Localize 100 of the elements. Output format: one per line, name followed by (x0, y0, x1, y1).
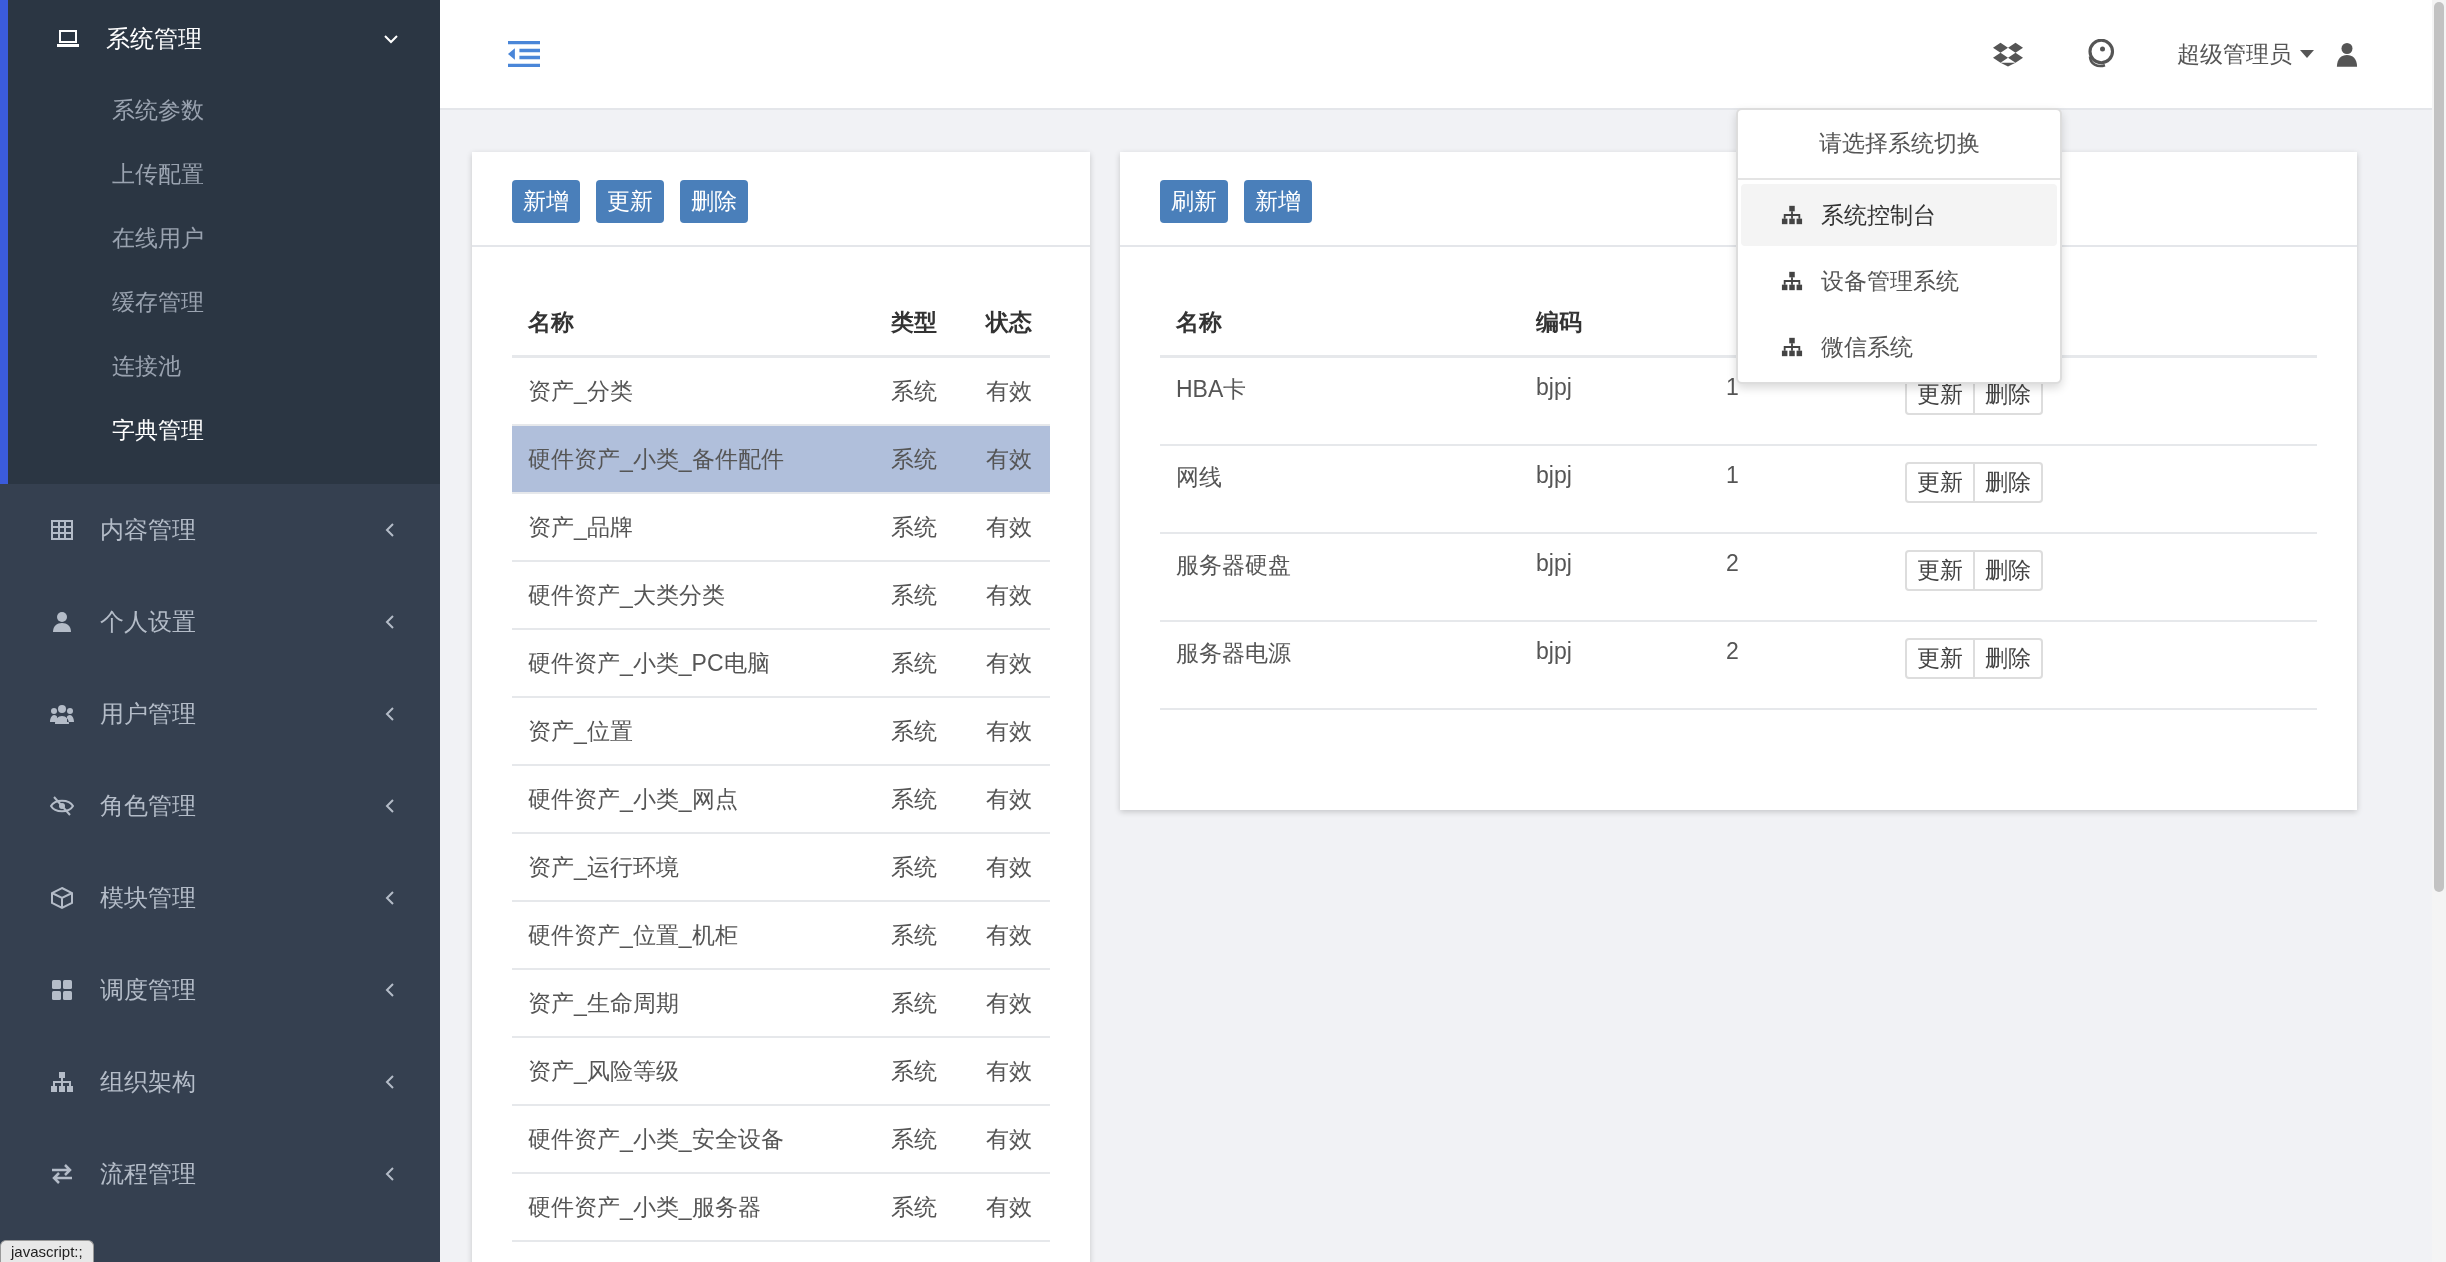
toolbar-button[interactable]: 新增 (1244, 180, 1312, 223)
table-row[interactable]: 硬件资产_小类_网点 系统 有效 (512, 766, 1050, 834)
table-row[interactable]: 资产_风险等级 系统 有效 (512, 1038, 1050, 1106)
menu-icon[interactable] (508, 41, 540, 67)
toolbar-button[interactable]: 刷新 (1160, 180, 1228, 223)
sidebar-item[interactable]: 缓存管理 (8, 270, 440, 334)
sidebar-group-label: 用户管理 (100, 699, 197, 729)
sidebar-group-label: 个人设置 (100, 607, 197, 637)
sidebar-item[interactable]: 字典管理 (8, 398, 440, 462)
table-cell-text: 有效 (985, 1056, 1033, 1086)
user-menu[interactable]: 超级管理员 (2177, 38, 2314, 70)
table-cell-text: 有效 (985, 376, 1033, 406)
sidebar-group[interactable]: 模块管理 (0, 852, 440, 944)
table-cell-text: 有效 (985, 920, 1033, 950)
sidebar-group[interactable]: 用户管理 (0, 668, 440, 760)
row-action-button[interactable]: 更新 (1905, 462, 1975, 503)
table-cell-text: 2 (1725, 637, 1740, 665)
toolbar-button[interactable]: 新增 (512, 180, 580, 223)
table-cell-text: 系统 (890, 920, 938, 950)
column-header: 名称 (1175, 307, 1223, 337)
table-cell-text: 硬件资产_位置_机柜 (527, 920, 739, 950)
table-cell-text: 资产_风险等级 (527, 1056, 680, 1086)
table-row[interactable]: 硬件资产_小类_服务器 系统 有效 (512, 1174, 1050, 1242)
table-row[interactable]: 资产_运行环境 系统 有效 (512, 834, 1050, 902)
sidebar-group[interactable]: 个人设置 (0, 576, 440, 668)
table-cell-text: 有效 (985, 716, 1033, 746)
table-cell-text: 有效 (985, 512, 1033, 542)
cube-icon (50, 886, 74, 910)
table-row[interactable]: 资产_品牌 系统 有效 (512, 494, 1050, 562)
table-cell-text: 1 (1725, 373, 1740, 401)
users-icon (50, 702, 74, 726)
table-cell-text: 资产_运行环境 (527, 852, 680, 882)
table-cell-text: bjpj (1535, 637, 1573, 665)
table-cell-text: 有效 (985, 988, 1033, 1018)
sidebar-group-label: 系统管理 (106, 24, 203, 54)
sidebar-group[interactable]: 组织架构 (0, 1036, 440, 1128)
table-cell-text: 有效 (985, 444, 1033, 474)
sidebar-group-label: 流程管理 (100, 1159, 197, 1189)
table-cell-text: 1 (1725, 461, 1740, 489)
row-action-button[interactable]: 删除 (1975, 638, 2043, 679)
caret-icon (2300, 49, 2314, 59)
menu-item[interactable]: 系统控制台 (1741, 184, 2057, 246)
table-cell-text: 硬件资产_小类_安全设备 (527, 1124, 785, 1154)
table-cell-text: 硬件资产_小类_PC电脑 (527, 648, 771, 678)
table-cell-text: 资产_品牌 (527, 512, 634, 542)
table-cell-text: 系统 (890, 648, 938, 678)
table-cell-text: 有效 (985, 1124, 1033, 1154)
sidebar-group[interactable]: 系统管理 (8, 0, 440, 78)
column-header: 类型 (890, 307, 938, 337)
table-cell-text: 有效 (985, 1192, 1033, 1222)
table-cell-text: 系统 (890, 376, 938, 406)
sitemap-icon (50, 1070, 74, 1094)
sidebar-item[interactable]: 上传配置 (8, 142, 440, 206)
table-cell-text: bjpj (1535, 461, 1573, 489)
sidebar-group-label: 角色管理 (100, 791, 197, 821)
table-cell-text: 服务器硬盘 (1175, 551, 1292, 580)
table-row[interactable]: 硬件资产_大类分类 系统 有效 (512, 562, 1050, 630)
row-action-button[interactable]: 更新 (1905, 550, 1975, 591)
table-cell-text: 系统 (890, 580, 938, 610)
row-action-button[interactable]: 删除 (1975, 462, 2043, 503)
table-row[interactable]: 资产_生命周期 系统 有效 (512, 970, 1050, 1038)
user-icon (50, 610, 74, 634)
column-header: 名称 (527, 307, 575, 337)
sidebar-group-label: 模块管理 (100, 883, 197, 913)
table-cell-text: 系统 (890, 716, 938, 746)
toolbar-button[interactable]: 更新 (596, 180, 664, 223)
table-cell-text: 有效 (985, 852, 1033, 882)
table-cell-text: 系统 (890, 988, 938, 1018)
table-row[interactable]: 硬件资产_小类_安全设备 系统 有效 (512, 1106, 1050, 1174)
menu-item[interactable]: 设备管理系统 (1741, 250, 2057, 312)
eye-slash-icon (50, 794, 74, 818)
table-row[interactable]: 硬件资产_位置_机柜 系统 有效 (512, 902, 1050, 970)
sitemap-icon (1781, 204, 1803, 226)
table-cell-text: 系统 (890, 444, 938, 474)
sidebar-group-label: 组织架构 (100, 1067, 197, 1097)
table-cell-text: 资产_位置 (527, 716, 634, 746)
table-cell-text: 有效 (985, 648, 1033, 678)
table-cell-text: 服务器电源 (1175, 639, 1292, 668)
sidebar-group[interactable]: 角色管理 (0, 760, 440, 852)
row-action-button[interactable]: 更新 (1905, 638, 1975, 679)
sidebar-group[interactable]: 流程管理 (0, 1128, 440, 1220)
sidebar-item[interactable]: 连接池 (8, 334, 440, 398)
table-row[interactable]: 硬件资产_小类_PC电脑 系统 有效 (512, 630, 1050, 698)
status-bubble: javascript:; (0, 1240, 94, 1262)
table-cell-text: 硬件资产_大类分类 (527, 580, 726, 610)
table-cell-text: 资产_分类 (527, 376, 634, 406)
table-cell-text: 系统 (890, 1124, 938, 1154)
user-icon[interactable] (2336, 41, 2358, 67)
sidebar-group[interactable]: 内容管理 (0, 484, 440, 576)
table-cell-text: 系统 (890, 1192, 938, 1222)
sidebar-item[interactable]: 在线用户 (8, 206, 440, 270)
table-cell-text: 系统 (890, 1056, 938, 1086)
row-action-button[interactable]: 删除 (1975, 550, 2043, 591)
table-row[interactable]: 硬件资产_小类_备件配件 系统 有效 (512, 426, 1050, 494)
table-row[interactable]: 资产_位置 系统 有效 (512, 698, 1050, 766)
sidebar-group[interactable]: 调度管理 (0, 944, 440, 1036)
table-cell-text: 系统 (890, 512, 938, 542)
toolbar-button[interactable]: 删除 (680, 180, 748, 223)
table-cell-text: 网线 (1175, 463, 1223, 492)
sidebar-item[interactable]: 系统参数 (8, 78, 440, 142)
